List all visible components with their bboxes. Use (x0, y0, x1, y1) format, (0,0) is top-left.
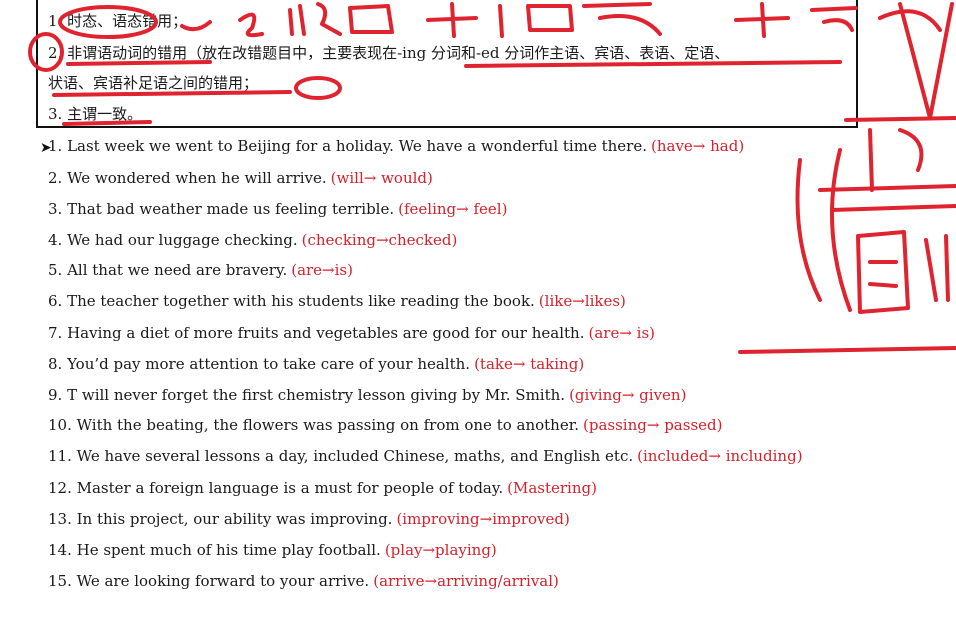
exercise-item: 15. We are looking forward to your arriv… (48, 572, 559, 590)
question-text: 15. We are looking forward to your arriv… (48, 572, 370, 590)
exercise-item: 3. That bad weather made us feeling terr… (48, 200, 507, 218)
question-text: 14. He spent much of his time play footb… (48, 541, 381, 559)
question-text: 11. We have several lessons a day, inclu… (48, 447, 634, 465)
correction-answer: (have→ had) (650, 137, 745, 155)
correction-answer: (giving→ given) (569, 386, 687, 404)
question-text: 2. We wondered when he will arrive. (48, 169, 327, 187)
exercise-item: 9. T will never forget the first chemist… (48, 386, 686, 404)
correction-answer: (feeling→ feel) (398, 200, 508, 218)
question-text: 9. T will never forget the first chemist… (48, 386, 566, 404)
exercise-item: 10. With the beating, the flowers was pa… (48, 416, 722, 434)
exercise-item: 12. Master a foreign language is a must … (48, 479, 597, 497)
correction-answer: (passing→ passed) (583, 416, 723, 434)
ink-stroke (738, 346, 956, 354)
correction-answer: (checking→checked) (301, 231, 458, 249)
question-text: 4. We had our luggage checking. (48, 231, 298, 249)
question-text: 3. That bad weather made us feeling terr… (48, 200, 395, 218)
ink-stroke (795, 148, 852, 312)
grammar-point-1: 1. 时态、语态错用； (48, 12, 188, 30)
correction-answer: (play→playing) (384, 541, 497, 559)
correction-answer: (included→ including) (637, 447, 803, 465)
question-text: 10. With the beating, the flowers was pa… (48, 416, 580, 434)
ink-stroke (868, 128, 924, 192)
ink-stroke (856, 230, 910, 314)
exercise-item: 14. He spent much of his time play footb… (48, 541, 497, 559)
exercise-item: 4. We had our luggage checking. (checking… (48, 231, 457, 249)
exercise-item: 13. In this project, our ability was imp… (48, 510, 570, 528)
question-text: 13. In this project, our ability was imp… (48, 510, 393, 528)
grammar-point-3: 3. 主谓一致。 (48, 105, 143, 123)
ink-stroke (878, 9, 942, 32)
correction-answer: (are→ is) (588, 324, 656, 342)
question-text: 1. Last week we went to Beijing for a ho… (48, 137, 647, 155)
grammar-points-box: 1. 时态、语态错用； 2. 非谓语动词的错用（放在改错题目中，主要表现在-in… (36, 0, 858, 128)
exercise-item: 11. We have several lessons a day, inclu… (48, 447, 803, 465)
correction-answer: (take→ taking) (474, 355, 585, 373)
ink-stroke (844, 116, 956, 122)
question-text: 5. All that we need are bravery. (48, 261, 288, 279)
correction-answer: (arrive→arriving/arrival) (373, 572, 559, 590)
question-text: 8. You’d pay more attention to take care… (48, 355, 471, 373)
grammar-point-2: 2. 非谓语动词的错用（放在改错题目中，主要表现在-ing 分词和-ed 分词作… (48, 44, 730, 62)
exercise-item: 1. Last week we went to Beijing for a ho… (48, 137, 744, 155)
question-text: 12. Master a foreign language is a must … (48, 479, 504, 497)
correction-answer: (are→is) (291, 261, 353, 279)
grammar-point-2-cont: 状语、宾语补足语之间的错用； (48, 74, 259, 92)
exercise-item: 6. The teacher together with his student… (48, 292, 626, 310)
question-text: 6. The teacher together with his student… (48, 292, 535, 310)
exercise-item: 5. All that we need are bravery. (are→is) (48, 261, 353, 279)
correction-answer: (improving→improved) (396, 510, 570, 528)
ink-stroke (924, 234, 950, 302)
correction-answer: (will→ would) (330, 169, 433, 187)
ink-stroke (818, 184, 956, 212)
exercise-item: 8. You’d pay more attention to take care… (48, 355, 584, 373)
question-text: 7. Having a diet of more fruits and vege… (48, 324, 585, 342)
correction-answer: (Mastering) (507, 479, 597, 497)
exercise-item: 7. Having a diet of more fruits and vege… (48, 324, 655, 342)
ink-stroke (898, 2, 954, 120)
correction-answer: (like→likes) (538, 292, 626, 310)
exercise-item: 2. We wondered when he will arrive. (will… (48, 169, 433, 187)
